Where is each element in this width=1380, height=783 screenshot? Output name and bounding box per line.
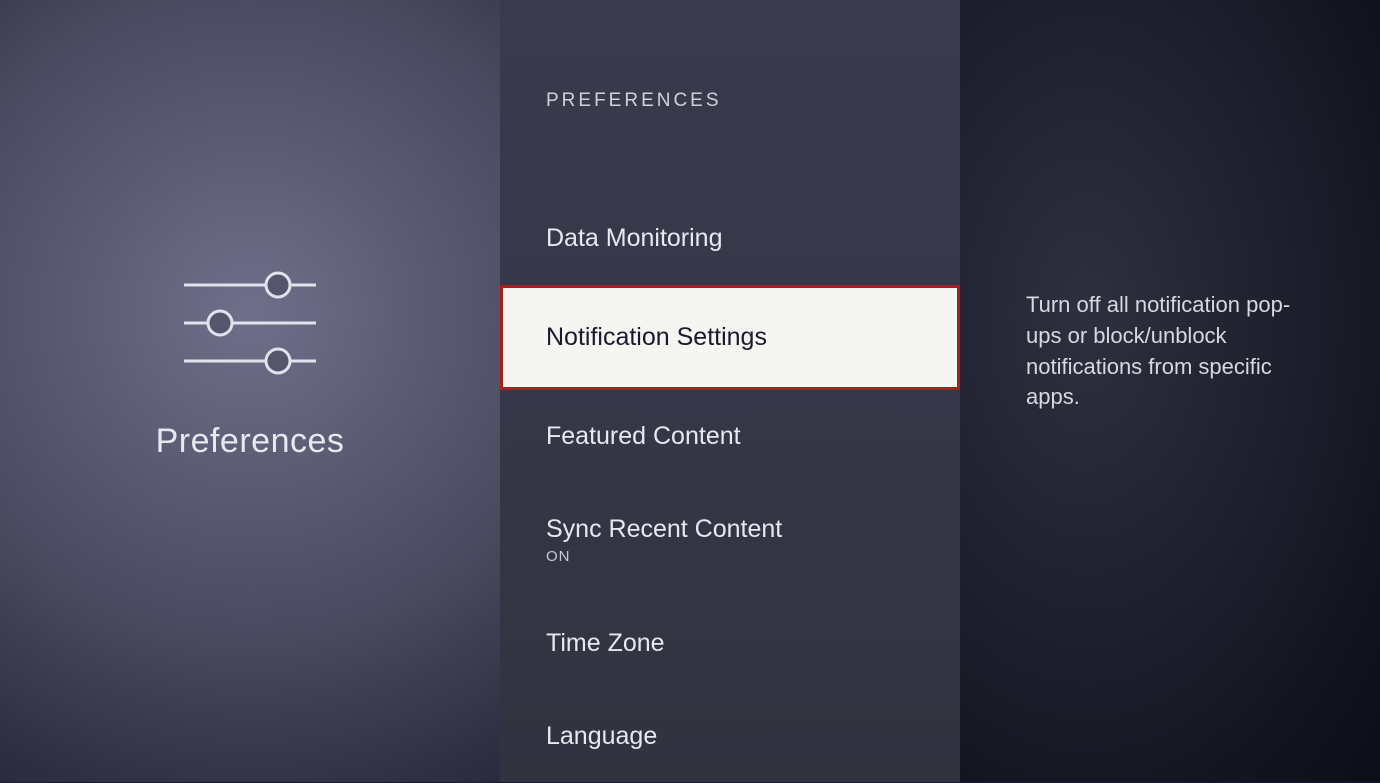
left-category-panel: Preferences	[0, 0, 500, 782]
menu-item-featured-content[interactable]: Featured Content	[500, 390, 960, 483]
menu-item-sync-recent-content[interactable]: Sync Recent Content ON	[500, 483, 960, 597]
menu-item-value: ON	[546, 548, 914, 565]
menu-item-label: Featured Content	[546, 422, 741, 450]
menu-item-language[interactable]: Language	[500, 690, 960, 783]
menu-item-time-zone[interactable]: Time Zone	[500, 597, 960, 690]
menu-list: Data Monitoring Notification Settings Fe…	[500, 192, 960, 783]
description-panel: Turn off all notification pop-ups or blo…	[960, 0, 1380, 782]
menu-item-label: Sync Recent Content	[546, 515, 782, 543]
category-title: Preferences	[156, 422, 345, 461]
menu-item-data-monitoring[interactable]: Data Monitoring	[500, 192, 960, 285]
menu-item-label: Data Monitoring	[546, 224, 722, 252]
menu-item-label: Notification Settings	[546, 323, 767, 351]
menu-item-notification-settings[interactable]: Notification Settings	[500, 285, 960, 390]
section-header: PREFERENCES	[500, 90, 960, 112]
sliders-icon	[170, 261, 330, 386]
settings-menu-panel: PREFERENCES Data Monitoring Notification…	[500, 0, 960, 782]
menu-item-label: Language	[546, 722, 657, 750]
item-description: Turn off all notification pop-ups or blo…	[1026, 290, 1324, 413]
menu-item-label: Time Zone	[546, 629, 665, 657]
